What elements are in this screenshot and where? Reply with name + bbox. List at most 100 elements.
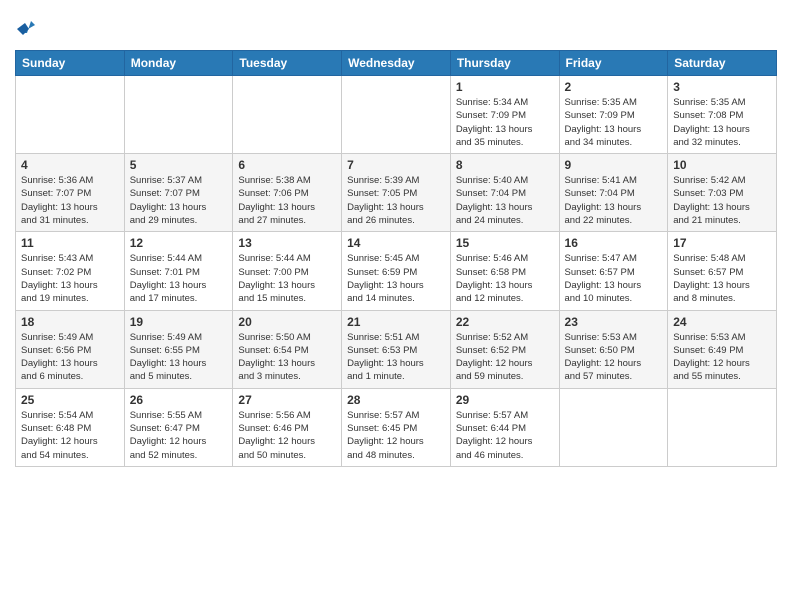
calendar-cell: 1 Sunrise: 5:34 AMSunset: 7:09 PMDaylight… — [450, 76, 559, 154]
calendar-cell — [342, 76, 451, 154]
calendar-cell: 10 Sunrise: 5:42 AMSunset: 7:03 PMDayligh… — [668, 154, 777, 232]
calendar-cell: 13 Sunrise: 5:44 AMSunset: 7:00 PMDayligh… — [233, 232, 342, 310]
day-info: Sunrise: 5:39 AMSunset: 7:05 PMDaylight:… — [347, 174, 445, 227]
day-info: Sunrise: 5:43 AMSunset: 7:02 PMDaylight:… — [21, 252, 119, 305]
calendar-cell: 28 Sunrise: 5:57 AMSunset: 6:45 PMDayligh… — [342, 388, 451, 466]
calendar-cell: 22 Sunrise: 5:52 AMSunset: 6:52 PMDayligh… — [450, 310, 559, 388]
day-number: 17 — [673, 236, 771, 250]
calendar-cell: 20 Sunrise: 5:50 AMSunset: 6:54 PMDayligh… — [233, 310, 342, 388]
day-info: Sunrise: 5:54 AMSunset: 6:48 PMDaylight:… — [21, 409, 119, 462]
day-number: 27 — [238, 393, 336, 407]
column-header-friday: Friday — [559, 51, 668, 76]
day-info: Sunrise: 5:55 AMSunset: 6:47 PMDaylight:… — [130, 409, 228, 462]
day-info: Sunrise: 5:38 AMSunset: 7:06 PMDaylight:… — [238, 174, 336, 227]
calendar-cell: 25 Sunrise: 5:54 AMSunset: 6:48 PMDayligh… — [16, 388, 125, 466]
calendar-cell — [124, 76, 233, 154]
day-info: Sunrise: 5:44 AMSunset: 7:00 PMDaylight:… — [238, 252, 336, 305]
calendar-cell: 14 Sunrise: 5:45 AMSunset: 6:59 PMDayligh… — [342, 232, 451, 310]
calendar-cell: 17 Sunrise: 5:48 AMSunset: 6:57 PMDayligh… — [668, 232, 777, 310]
logo-icon — [17, 15, 39, 37]
calendar-cell — [668, 388, 777, 466]
calendar-cell: 15 Sunrise: 5:46 AMSunset: 6:58 PMDayligh… — [450, 232, 559, 310]
day-info: Sunrise: 5:53 AMSunset: 6:50 PMDaylight:… — [565, 331, 663, 384]
day-number: 25 — [21, 393, 119, 407]
column-header-wednesday: Wednesday — [342, 51, 451, 76]
calendar-cell: 4 Sunrise: 5:36 AMSunset: 7:07 PMDaylight… — [16, 154, 125, 232]
day-number: 1 — [456, 80, 554, 94]
day-info: Sunrise: 5:49 AMSunset: 6:55 PMDaylight:… — [130, 331, 228, 384]
calendar-cell: 11Sunrise: 5:43 AMSunset: 7:02 PMDayligh… — [16, 232, 125, 310]
day-number: 8 — [456, 158, 554, 172]
column-header-thursday: Thursday — [450, 51, 559, 76]
day-number: 14 — [347, 236, 445, 250]
day-number: 9 — [565, 158, 663, 172]
calendar-header-row: SundayMondayTuesdayWednesdayThursdayFrid… — [16, 51, 777, 76]
day-number: 15 — [456, 236, 554, 250]
calendar-week-row: 25 Sunrise: 5:54 AMSunset: 6:48 PMDayligh… — [16, 388, 777, 466]
column-header-monday: Monday — [124, 51, 233, 76]
calendar-cell: 29 Sunrise: 5:57 AMSunset: 6:44 PMDayligh… — [450, 388, 559, 466]
calendar-cell: 16 Sunrise: 5:47 AMSunset: 6:57 PMDayligh… — [559, 232, 668, 310]
calendar-cell: 21 Sunrise: 5:51 AMSunset: 6:53 PMDayligh… — [342, 310, 451, 388]
calendar-week-row: 4 Sunrise: 5:36 AMSunset: 7:07 PMDaylight… — [16, 154, 777, 232]
day-number: 23 — [565, 315, 663, 329]
day-number: 16 — [565, 236, 663, 250]
day-info: Sunrise: 5:36 AMSunset: 7:07 PMDaylight:… — [21, 174, 119, 227]
day-info: Sunrise: 5:50 AMSunset: 6:54 PMDaylight:… — [238, 331, 336, 384]
day-info: Sunrise: 5:44 AMSunset: 7:01 PMDaylight:… — [130, 252, 228, 305]
calendar-cell: 12 Sunrise: 5:44 AMSunset: 7:01 PMDayligh… — [124, 232, 233, 310]
day-number: 7 — [347, 158, 445, 172]
calendar-cell: 3 Sunrise: 5:35 AMSunset: 7:08 PMDaylight… — [668, 76, 777, 154]
day-number: 18 — [21, 315, 119, 329]
calendar-cell: 23 Sunrise: 5:53 AMSunset: 6:50 PMDayligh… — [559, 310, 668, 388]
day-number: 12 — [130, 236, 228, 250]
day-number: 20 — [238, 315, 336, 329]
day-number: 13 — [238, 236, 336, 250]
calendar-cell: 9 Sunrise: 5:41 AMSunset: 7:04 PMDaylight… — [559, 154, 668, 232]
calendar-cell — [233, 76, 342, 154]
day-info: Sunrise: 5:47 AMSunset: 6:57 PMDaylight:… — [565, 252, 663, 305]
day-info: Sunrise: 5:48 AMSunset: 6:57 PMDaylight:… — [673, 252, 771, 305]
calendar-week-row: 1 Sunrise: 5:34 AMSunset: 7:09 PMDaylight… — [16, 76, 777, 154]
calendar-cell: 8 Sunrise: 5:40 AMSunset: 7:04 PMDaylight… — [450, 154, 559, 232]
day-info: Sunrise: 5:51 AMSunset: 6:53 PMDaylight:… — [347, 331, 445, 384]
day-info: Sunrise: 5:46 AMSunset: 6:58 PMDaylight:… — [456, 252, 554, 305]
calendar-table: SundayMondayTuesdayWednesdayThursdayFrid… — [15, 50, 777, 467]
day-number: 19 — [130, 315, 228, 329]
day-number: 28 — [347, 393, 445, 407]
day-number: 29 — [456, 393, 554, 407]
day-info: Sunrise: 5:45 AMSunset: 6:59 PMDaylight:… — [347, 252, 445, 305]
column-header-tuesday: Tuesday — [233, 51, 342, 76]
day-info: Sunrise: 5:34 AMSunset: 7:09 PMDaylight:… — [456, 96, 554, 149]
day-info: Sunrise: 5:40 AMSunset: 7:04 PMDaylight:… — [456, 174, 554, 227]
column-header-saturday: Saturday — [668, 51, 777, 76]
day-number: 3 — [673, 80, 771, 94]
day-number: 22 — [456, 315, 554, 329]
logo — [15, 15, 39, 42]
day-info: Sunrise: 5:57 AMSunset: 6:45 PMDaylight:… — [347, 409, 445, 462]
day-info: Sunrise: 5:35 AMSunset: 7:08 PMDaylight:… — [673, 96, 771, 149]
day-info: Sunrise: 5:56 AMSunset: 6:46 PMDaylight:… — [238, 409, 336, 462]
calendar-cell: 7 Sunrise: 5:39 AMSunset: 7:05 PMDaylight… — [342, 154, 451, 232]
calendar-cell: 2 Sunrise: 5:35 AMSunset: 7:09 PMDaylight… — [559, 76, 668, 154]
day-number: 24 — [673, 315, 771, 329]
day-info: Sunrise: 5:52 AMSunset: 6:52 PMDaylight:… — [456, 331, 554, 384]
day-number: 21 — [347, 315, 445, 329]
day-info: Sunrise: 5:57 AMSunset: 6:44 PMDaylight:… — [456, 409, 554, 462]
calendar-cell: 19 Sunrise: 5:49 AMSunset: 6:55 PMDayligh… — [124, 310, 233, 388]
day-info: Sunrise: 5:37 AMSunset: 7:07 PMDaylight:… — [130, 174, 228, 227]
day-info: Sunrise: 5:49 AMSunset: 6:56 PMDaylight:… — [21, 331, 119, 384]
day-number: 10 — [673, 158, 771, 172]
day-number: 2 — [565, 80, 663, 94]
calendar-cell: 18 Sunrise: 5:49 AMSunset: 6:56 PMDayligh… — [16, 310, 125, 388]
day-number: 26 — [130, 393, 228, 407]
day-info: Sunrise: 5:41 AMSunset: 7:04 PMDaylight:… — [565, 174, 663, 227]
day-info: Sunrise: 5:42 AMSunset: 7:03 PMDaylight:… — [673, 174, 771, 227]
column-header-sunday: Sunday — [16, 51, 125, 76]
day-number: 6 — [238, 158, 336, 172]
calendar-cell: 5Sunrise: 5:37 AMSunset: 7:07 PMDaylight… — [124, 154, 233, 232]
calendar-week-row: 18 Sunrise: 5:49 AMSunset: 6:56 PMDayligh… — [16, 310, 777, 388]
day-number: 4 — [21, 158, 119, 172]
day-info: Sunrise: 5:35 AMSunset: 7:09 PMDaylight:… — [565, 96, 663, 149]
calendar-cell — [559, 388, 668, 466]
